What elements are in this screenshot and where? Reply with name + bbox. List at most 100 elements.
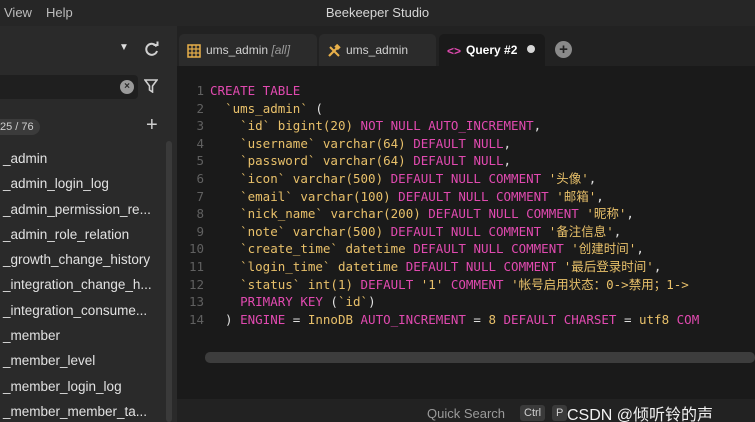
code-token: DEFAULT NULL COMMENT bbox=[390, 223, 542, 239]
code-line[interactable]: 14 ) ENGINE = InnoDB AUTO_INCREMENT = 8 … bbox=[177, 311, 699, 329]
connection-selector[interactable]: ▼ bbox=[0, 40, 177, 64]
add-icon[interactable]: + bbox=[146, 114, 158, 136]
code-line[interactable]: 12 `status` int(1) DEFAULT '1' COMMENT '… bbox=[177, 276, 699, 294]
line-number: 3 bbox=[196, 118, 204, 134]
clear-search-icon[interactable]: × bbox=[120, 80, 134, 94]
code-line[interactable]: 10 `create_time` datetime DEFAULT NULL C… bbox=[177, 240, 699, 258]
line-number: 1 bbox=[196, 83, 204, 98]
code-token: DEFAULT NULL COMMENT bbox=[428, 206, 579, 222]
line-number: 2 bbox=[196, 100, 204, 116]
code-line[interactable]: 2 `ums_admin` ( bbox=[177, 100, 699, 118]
refresh-icon[interactable] bbox=[143, 40, 161, 58]
table-search-field[interactable] bbox=[0, 75, 138, 99]
table-list-item[interactable]: _admin_login_log bbox=[0, 171, 166, 196]
code-token: bigint(20) bbox=[277, 118, 354, 134]
tab-ums-admin-all[interactable]: ums_admin [all] bbox=[179, 34, 317, 66]
line-number: 5 bbox=[196, 153, 204, 169]
query-editor[interactable]: 1 CREATE TABLE 2 `ums_admin` (3 `id` bigin… bbox=[177, 66, 755, 399]
code-token: DEFAULT bbox=[360, 276, 414, 292]
code-token: varchar(200) bbox=[330, 206, 421, 222]
table-list: _admin _admin_login_log _admin_permissio… bbox=[0, 146, 166, 422]
code-line[interactable]: 6 `icon` varchar(500) DEFAULT NULL COMME… bbox=[177, 170, 699, 188]
code-line[interactable]: 7 `email` varchar(100) DEFAULT NULL COMM… bbox=[177, 188, 699, 206]
chevron-down-icon[interactable]: ▼ bbox=[119, 42, 129, 53]
code-token: ENGINE bbox=[240, 311, 286, 327]
code-token: `icon` bbox=[240, 170, 286, 186]
table-list-item[interactable]: _integration_change_h... bbox=[0, 272, 166, 297]
line-number: 4 bbox=[196, 135, 204, 151]
horizontal-scrollbar[interactable] bbox=[205, 352, 755, 363]
code-line[interactable]: 1 CREATE TABLE bbox=[177, 82, 699, 100]
code-token: ) bbox=[368, 294, 376, 310]
table-search-input[interactable] bbox=[0, 75, 138, 99]
new-tab-icon[interactable]: + bbox=[555, 41, 572, 58]
shortcut-key: P bbox=[552, 405, 568, 421]
code-token: '邮箱' bbox=[556, 188, 597, 204]
tab-label: Query #2 bbox=[466, 43, 518, 57]
code-token: InnoDB bbox=[307, 311, 353, 327]
code-token: datetime bbox=[337, 258, 399, 274]
table-list-item[interactable]: _member_member_ta... bbox=[0, 399, 166, 422]
table-list-item[interactable]: _growth_change_history bbox=[0, 247, 166, 272]
table-list-item[interactable]: _admin_role_relation bbox=[0, 222, 166, 247]
table-list-item[interactable]: _admin_permission_re... bbox=[0, 197, 166, 222]
code-line[interactable]: 8 `nick_name` varchar(200) DEFAULT NULL … bbox=[177, 205, 699, 223]
tools-icon bbox=[328, 43, 341, 57]
code-token: COMMENT bbox=[450, 276, 504, 292]
code-token: DEFAULT NULL bbox=[413, 153, 504, 169]
sidebar: ▼ × 25 / 76 + _admin _admin_login_log _a… bbox=[0, 26, 177, 422]
table-count-badge: 25 / 76 bbox=[0, 119, 40, 135]
table-list-item[interactable]: _member bbox=[0, 323, 166, 348]
code-token: varchar(500) bbox=[292, 223, 384, 239]
code-token: `password` bbox=[240, 153, 316, 169]
line-number: 10 bbox=[188, 241, 204, 257]
code-token: CREATE TABLE bbox=[210, 83, 301, 98]
code-line[interactable]: 3 `id` bigint(20) NOT NULL AUTO_INCREMEN… bbox=[177, 117, 699, 135]
line-number: 7 bbox=[196, 188, 204, 204]
sidebar-scrollbar[interactable] bbox=[166, 141, 172, 422]
table-list-item[interactable]: _member_level bbox=[0, 348, 166, 373]
code-lines[interactable]: 1 CREATE TABLE 2 `ums_admin` (3 `id` bigin… bbox=[177, 82, 699, 328]
code-token: varchar(100) bbox=[300, 188, 391, 204]
code-token: varchar(64) bbox=[322, 153, 406, 169]
quick-search-label[interactable]: Quick Search bbox=[427, 406, 505, 421]
unsaved-dot-icon[interactable] bbox=[527, 45, 535, 53]
code-line[interactable]: 13 PRIMARY KEY (`id`) bbox=[177, 293, 699, 311]
code-token: , bbox=[533, 118, 542, 134]
code-token: `ums_admin` bbox=[225, 100, 308, 116]
tab-ums-admin-structure[interactable]: ums_admin bbox=[319, 34, 436, 66]
code-token: datetime bbox=[345, 241, 406, 257]
code-line[interactable]: 11 `login_time` datetime DEFAULT NULL CO… bbox=[177, 258, 699, 276]
code-line[interactable]: 4 `username` varchar(64) DEFAULT NULL, bbox=[177, 135, 699, 153]
line-number: 14 bbox=[188, 311, 204, 327]
table-list-item[interactable]: _member_login_log bbox=[0, 374, 166, 399]
tab-bar: ums_admin [all] ums_admin <> Query #2 + bbox=[177, 26, 755, 66]
code-token: = bbox=[285, 311, 308, 327]
table-list-item[interactable]: _admin bbox=[0, 146, 166, 171]
code-token: '帐号启用状态：0->禁用；1-> bbox=[511, 276, 689, 292]
code-token: '昵称' bbox=[586, 206, 627, 222]
filter-icon[interactable] bbox=[144, 79, 158, 93]
code-line[interactable]: 9 `note` varchar(500) DEFAULT NULL COMME… bbox=[177, 223, 699, 241]
table-list-item[interactable]: _integration_consume... bbox=[0, 298, 166, 323]
code-token: = bbox=[616, 311, 639, 327]
code-line[interactable]: 5 `password` varchar(64) DEFAULT NULL, bbox=[177, 152, 699, 170]
line-number: 6 bbox=[196, 170, 204, 186]
table-icon bbox=[187, 44, 201, 58]
code-icon: <> bbox=[447, 43, 462, 58]
watermark: CSDN @倾听铃的声 bbox=[567, 407, 714, 422]
